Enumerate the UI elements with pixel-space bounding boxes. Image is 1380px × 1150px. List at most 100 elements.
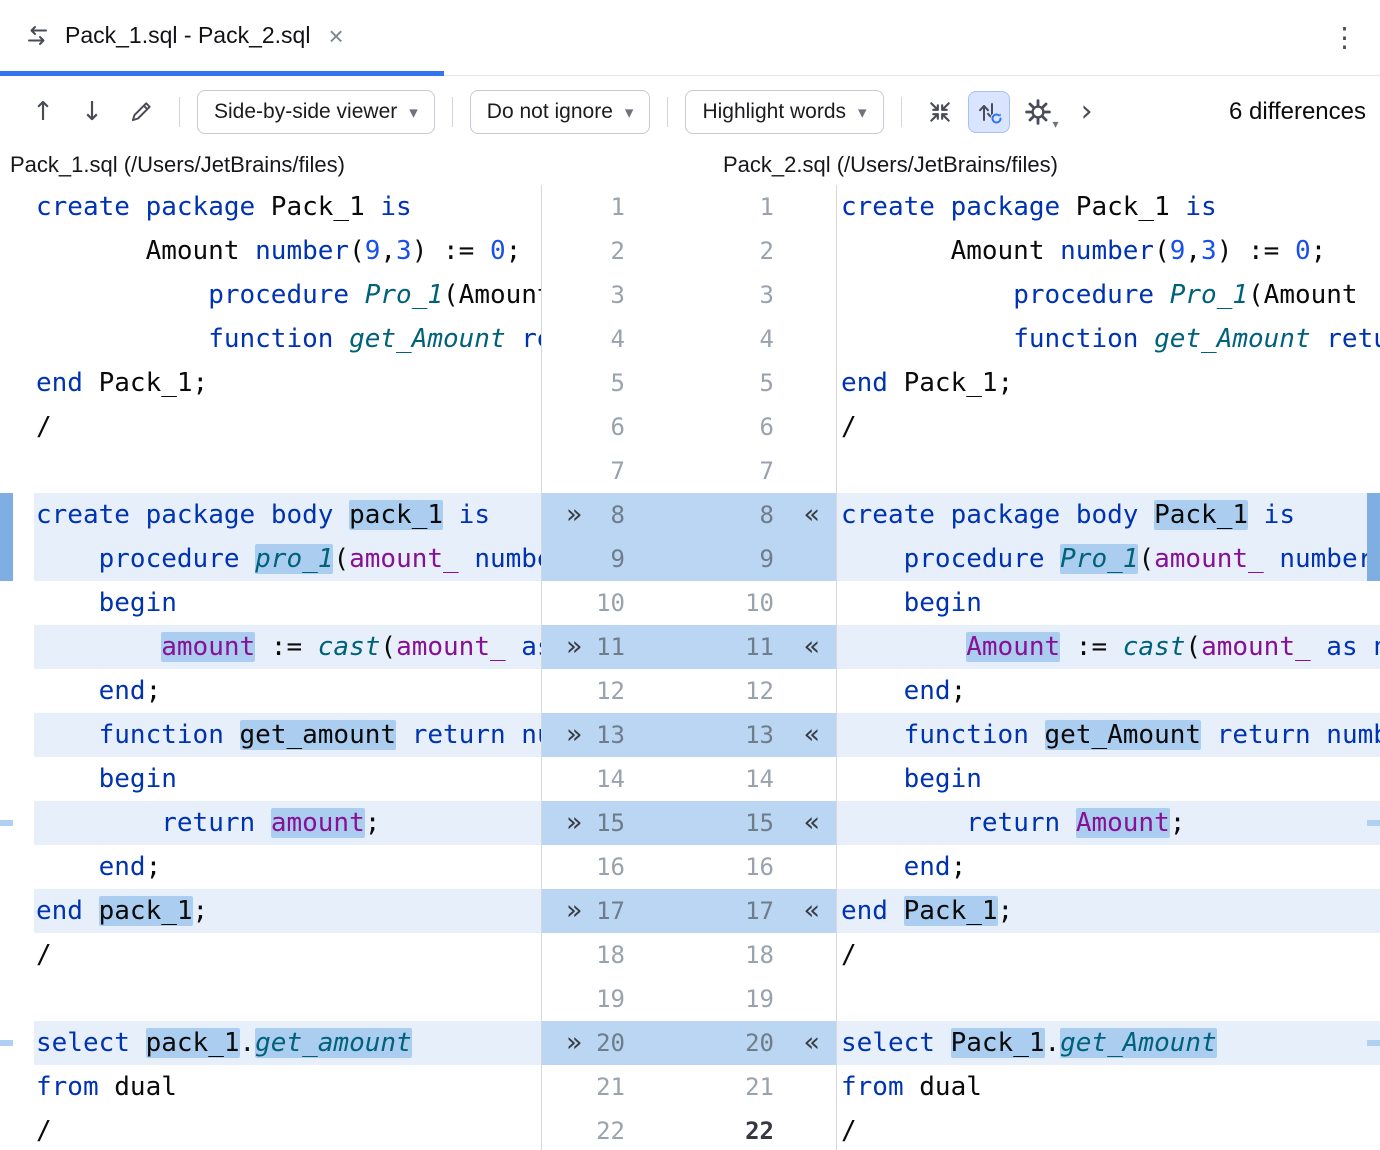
right-code-line[interactable]: begin xyxy=(837,757,1380,801)
right-code-line[interactable]: / xyxy=(837,933,1380,977)
right-code-line[interactable]: procedure Pro_1(amount_ number xyxy=(837,537,1380,581)
previous-difference-button[interactable]: ↑ xyxy=(22,91,64,133)
code-token: package xyxy=(951,192,1061,222)
left-code-line[interactable]: end Pack_1; xyxy=(34,361,541,405)
chevrons-right-icon[interactable]: » xyxy=(566,889,583,933)
tab-diff[interactable]: Pack_1.sql - Pack_2.sql × xyxy=(14,0,354,71)
synchronize-scrolling-toggle[interactable] xyxy=(968,91,1010,133)
more-menu-icon[interactable]: ⋮ xyxy=(1331,22,1358,53)
code-token: 0 xyxy=(1295,236,1311,266)
toolbar-separator xyxy=(179,97,180,127)
left-code-line[interactable]: create package Pack_1 is xyxy=(34,185,541,229)
left-code-line[interactable]: begin xyxy=(34,581,541,625)
right-code-line[interactable]: Amount number(9,3) := 0; xyxy=(837,229,1380,273)
right-code-line[interactable] xyxy=(837,977,1380,1021)
code-token xyxy=(888,896,904,926)
right-code-line[interactable]: Amount := cast(amount_ as number xyxy=(837,625,1380,669)
chevrons-right-icon[interactable]: » xyxy=(566,801,583,845)
right-code-line[interactable]: begin xyxy=(837,581,1380,625)
chevrons-left-icon[interactable]: « xyxy=(803,889,820,933)
gutter-row: 55 xyxy=(542,361,836,405)
right-code-line[interactable]: function get_Amount return number xyxy=(837,713,1380,757)
code-token: := xyxy=(427,236,490,266)
code-token: Amount xyxy=(1076,808,1170,838)
left-code-line[interactable]: end; xyxy=(34,845,541,889)
left-code-line[interactable]: / xyxy=(34,933,541,977)
left-code-line[interactable]: / xyxy=(34,405,541,449)
chevrons-left-icon[interactable]: « xyxy=(803,493,820,537)
right-code-line[interactable]: select Pack_1.get_Amount xyxy=(837,1021,1380,1065)
settings-button[interactable]: ▾ xyxy=(1017,91,1059,133)
right-code-line[interactable]: create package body Pack_1 is xyxy=(837,493,1380,537)
right-code-line[interactable] xyxy=(837,449,1380,493)
code-token xyxy=(1138,324,1154,354)
left-code-line[interactable]: / xyxy=(34,1109,541,1150)
code-token xyxy=(36,808,161,838)
code-token xyxy=(36,544,99,574)
left-code-line[interactable]: function get_amount return number xyxy=(34,713,541,757)
collapse-unchanged-button[interactable] xyxy=(919,91,961,133)
left-code-line[interactable]: Amount number(9,3) := 0; xyxy=(34,229,541,273)
code-token: ( xyxy=(349,236,365,266)
left-code-line[interactable]: return amount; xyxy=(34,801,541,845)
code-token: 9 xyxy=(1170,236,1186,266)
chevron-right-icon: › xyxy=(1081,97,1093,127)
chevrons-right-icon[interactable]: » xyxy=(566,713,583,757)
right-diff-strip xyxy=(1367,185,1380,1150)
code-token: ( xyxy=(1138,544,1154,574)
chevrons-right-icon[interactable]: » xyxy=(566,1021,583,1065)
left-code-line[interactable]: end; xyxy=(34,669,541,713)
left-code-line[interactable]: end pack_1; xyxy=(34,889,541,933)
chevrons-left-icon[interactable]: « xyxy=(803,1021,820,1065)
left-code-line[interactable]: procedure Pro_1(Amount xyxy=(34,273,541,317)
chevrons-left-icon[interactable]: « xyxy=(803,625,820,669)
left-code-line[interactable]: amount := cast(amount_ as xyxy=(34,625,541,669)
right-code-line[interactable]: create package Pack_1 is xyxy=(837,185,1380,229)
left-code-line[interactable]: function get_Amount return xyxy=(34,317,541,361)
diff-editor: create package Pack_1 is Amount number(9… xyxy=(0,185,1380,1150)
right-file-header: Pack_2.sql (/Users/JetBrains/files) xyxy=(723,148,1058,182)
left-code-line[interactable] xyxy=(34,977,541,1021)
left-code-line[interactable]: procedure pro_1(amount_ number xyxy=(34,537,541,581)
code-token: procedure xyxy=(904,544,1045,574)
right-code-line[interactable]: / xyxy=(837,405,1380,449)
right-code-line[interactable]: function get_Amount return xyxy=(837,317,1380,361)
highlight-policy-dropdown[interactable]: Highlight words ▾ xyxy=(685,90,883,134)
right-code-line[interactable]: / xyxy=(837,1109,1380,1150)
tab-close-icon[interactable]: × xyxy=(328,23,343,49)
left-code-line[interactable] xyxy=(34,449,541,493)
code-token: create xyxy=(841,192,935,222)
right-code-line[interactable]: procedure Pro_1(Amount xyxy=(837,273,1380,317)
line-number: 9 xyxy=(542,537,774,581)
gutter-row: 1616 xyxy=(542,845,836,889)
next-difference-button[interactable]: ↓ xyxy=(71,91,113,133)
viewer-mode-dropdown[interactable]: Side-by-side viewer ▾ xyxy=(197,90,435,134)
left-code-line[interactable]: create package body pack_1 is xyxy=(34,493,541,537)
code-token xyxy=(36,324,208,354)
code-token: return xyxy=(1217,720,1311,750)
right-code-line[interactable]: end; xyxy=(837,845,1380,889)
right-code-line[interactable]: end Pack_1; xyxy=(837,889,1380,933)
toolbar-expand-button[interactable]: › xyxy=(1066,91,1108,133)
right-code-line[interactable]: from dual xyxy=(837,1065,1380,1109)
code-token: 3 xyxy=(396,236,412,266)
chevrons-right-icon[interactable]: » xyxy=(566,625,583,669)
ignore-policy-dropdown[interactable]: Do not ignore ▾ xyxy=(470,90,651,134)
chevrons-left-icon[interactable]: « xyxy=(803,801,820,845)
code-token xyxy=(36,588,99,618)
chevrons-left-icon[interactable]: « xyxy=(803,713,820,757)
code-token: get_amount xyxy=(240,720,397,750)
edit-file-button[interactable] xyxy=(120,91,162,133)
right-code-line[interactable]: end Pack_1; xyxy=(837,361,1380,405)
left-code-line[interactable]: from dual xyxy=(34,1065,541,1109)
file-headers-row: Pack_1.sql (/Users/JetBrains/files) Pack… xyxy=(0,148,1380,185)
left-code-line[interactable]: begin xyxy=(34,757,541,801)
right-code-line[interactable]: end; xyxy=(837,669,1380,713)
code-token xyxy=(459,544,475,574)
code-token xyxy=(506,324,522,354)
left-code: create package Pack_1 is Amount number(9… xyxy=(34,185,541,1150)
chevrons-right-icon[interactable]: » xyxy=(566,493,583,537)
left-code-line[interactable]: select pack_1.get_amount xyxy=(34,1021,541,1065)
right-code-line[interactable]: return Amount; xyxy=(837,801,1380,845)
diff-map-mark xyxy=(1367,820,1380,826)
